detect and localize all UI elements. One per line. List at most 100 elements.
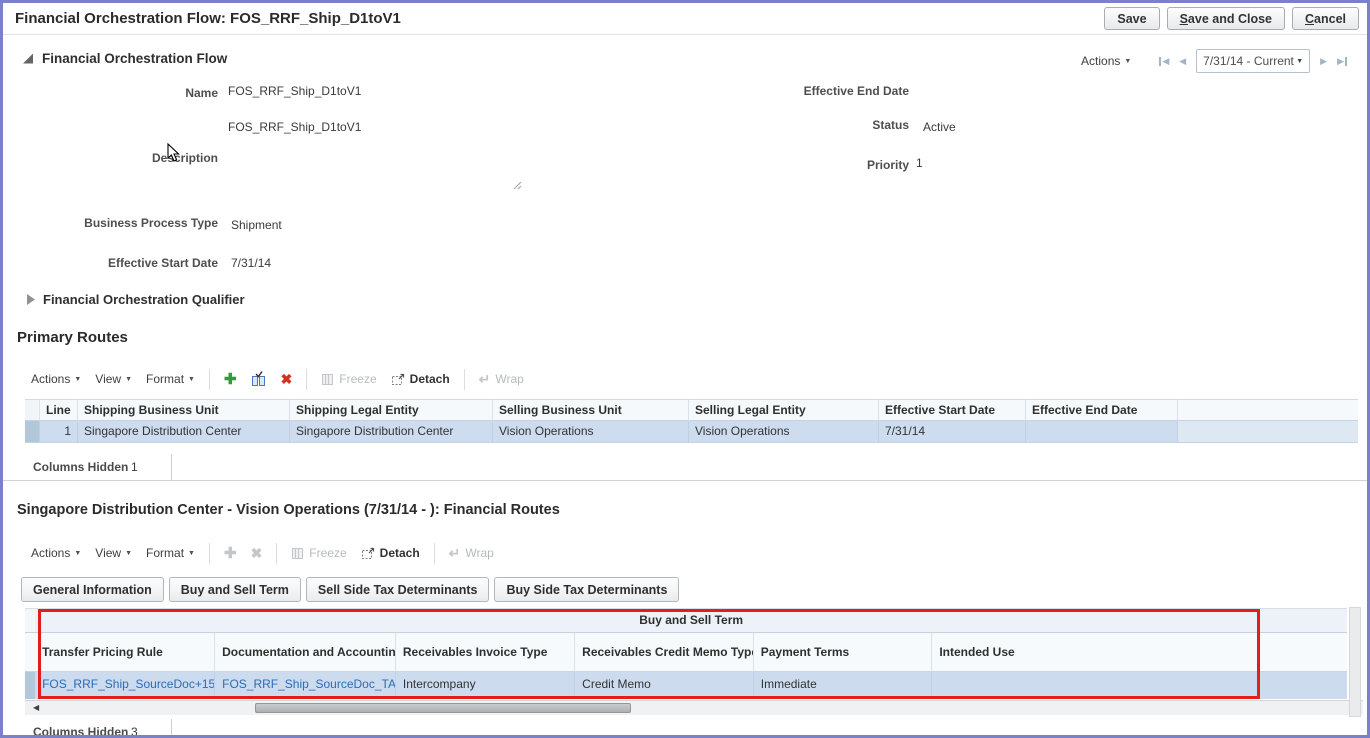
fr-wrap-button[interactable]: ↵ Wrap — [449, 545, 494, 562]
column-header-transfer-pricing-rule[interactable]: Transfer Pricing Rule — [35, 633, 215, 672]
column-header-receivables-credit-memo-type[interactable]: Receivables Credit Memo Type — [575, 633, 754, 672]
vertical-scroll-track[interactable] — [1349, 607, 1361, 717]
qualifier-section-title: Financial Orchestration Qualifier — [43, 292, 245, 307]
toolbar-separator — [209, 369, 210, 390]
toolbar-separator — [276, 543, 277, 564]
business-process-type-value: Shipment — [231, 218, 282, 232]
tab-buy-side-tax-determinants[interactable]: Buy Side Tax Determinants — [494, 577, 679, 602]
cell-intended-use[interactable] — [932, 672, 1347, 699]
cell-line[interactable]: 1 — [40, 421, 78, 443]
financial-routes-tabs: General Information Buy and Sell Term Se… — [21, 577, 679, 602]
name-value-secondary: FOS_RRF_Ship_D1toV1 — [228, 120, 361, 134]
detach-icon — [391, 373, 405, 386]
column-header-selling-legal-entity[interactable]: Selling Legal Entity — [689, 399, 879, 421]
fr-actions-menu[interactable]: Actions▼ — [31, 546, 81, 560]
scrollbar-thumb[interactable] — [255, 703, 631, 713]
cell-shipping-legal-entity[interactable]: Singapore Distribution Center — [290, 421, 493, 443]
collapse-expanded-icon[interactable] — [23, 54, 33, 64]
cell-effective-start-date[interactable]: 7/31/14 — [879, 421, 1026, 443]
table-row[interactable]: 1 Singapore Distribution Center Singapor… — [25, 421, 1358, 443]
expand-collapsed-icon[interactable] — [27, 294, 35, 305]
pr-view-menu[interactable]: View▼ — [95, 372, 132, 386]
business-process-type-label: Business Process Type — [18, 216, 218, 230]
pr-detach-label: Detach — [410, 372, 450, 386]
fr-freeze-button[interactable]: Freeze — [291, 546, 346, 560]
textarea-resize-handle[interactable] — [511, 179, 523, 191]
chevron-down-icon: ▼ — [188, 376, 195, 383]
last-record-button[interactable]: ▶ — [1337, 56, 1347, 67]
cell-effective-end-date[interactable] — [1026, 421, 1178, 443]
column-header-documentation-accounting-rule[interactable]: Documentation and Accounting Rule — [215, 633, 396, 672]
pr-wrap-button[interactable]: ↵ Wrap — [479, 371, 524, 388]
cell-documentation-accounting-rule-link[interactable]: FOS_RRF_Ship_SourceDoc_TARule — [215, 672, 396, 699]
fr-detach-button[interactable]: Detach — [361, 546, 420, 560]
tab-general-information[interactable]: General Information — [21, 577, 164, 602]
cell-selling-business-unit[interactable]: Vision Operations — [493, 421, 689, 443]
cancel-button[interactable]: Cancel — [1292, 7, 1359, 30]
pr-format-label: Format — [146, 372, 184, 386]
pr-detach-button[interactable]: Detach — [391, 372, 450, 386]
column-header-selling-business-unit[interactable]: Selling Business Unit — [493, 399, 689, 421]
row-selector-cell[interactable] — [25, 421, 40, 443]
status-value: Active — [923, 120, 956, 134]
group-header-buy-and-sell-term: Buy and Sell Term — [35, 609, 1347, 633]
column-header-shipping-business-unit[interactable]: Shipping Business Unit — [78, 399, 290, 421]
name-value: FOS_RRF_Ship_D1toV1 — [228, 84, 361, 98]
save-button[interactable]: Save — [1104, 7, 1159, 30]
table-row[interactable]: FOS_RRF_Ship_SourceDoc+15% FOS_RRF_Ship_… — [25, 672, 1347, 699]
tab-sell-side-tax-determinants[interactable]: Sell Side Tax Determinants — [306, 577, 490, 602]
add-row-icon-disabled[interactable]: ✚ — [224, 544, 237, 562]
column-header-payment-terms[interactable]: Payment Terms — [754, 633, 933, 672]
cell-receivables-credit-memo-type[interactable]: Credit Memo — [575, 672, 754, 699]
next-arrow-icon: ▶ — [1320, 56, 1327, 67]
column-header-shipping-legal-entity[interactable]: Shipping Legal Entity — [290, 399, 493, 421]
horizontal-scrollbar[interactable]: ◀ ▶ — [25, 700, 1363, 715]
first-record-button[interactable]: ◀ — [1159, 56, 1169, 67]
description-label: Description — [18, 151, 218, 165]
next-record-button[interactable]: ▶ — [1320, 56, 1327, 67]
column-header-line[interactable]: Line — [40, 399, 78, 421]
save-and-close-button[interactable]: Save and Close — [1167, 7, 1285, 30]
pr-actions-menu[interactable]: Actions▼ — [31, 372, 81, 386]
fr-view-menu[interactable]: View▼ — [95, 546, 132, 560]
detach-icon — [361, 547, 375, 560]
column-header-intended-use[interactable]: Intended Use — [932, 633, 1347, 672]
fr-freeze-label: Freeze — [309, 546, 346, 560]
group-selector-cell — [25, 609, 35, 633]
cell-payment-terms[interactable]: Immediate — [754, 672, 933, 699]
fr-group-header-row: Buy and Sell Term — [25, 608, 1347, 633]
column-header-effective-end-date[interactable]: Effective End Date — [1026, 399, 1178, 421]
priority-label: Priority — [709, 158, 909, 172]
effective-date-selector[interactable]: 7/31/14 - Current ▼ — [1196, 49, 1310, 73]
description-field[interactable] — [228, 151, 508, 183]
delete-row-icon-disabled[interactable]: ✖ — [251, 545, 263, 562]
app-window: Financial Orchestration Flow: FOS_RRF_Sh… — [0, 0, 1370, 738]
row-selector-cell[interactable] — [25, 672, 35, 699]
fr-format-label: Format — [146, 546, 184, 560]
pr-actions-label: Actions — [31, 372, 70, 386]
cell-receivables-invoice-type[interactable]: Intercompany — [396, 672, 575, 699]
column-header-receivables-invoice-type[interactable]: Receivables Invoice Type — [396, 633, 575, 672]
pr-columns-hidden-label: Columns Hidden — [33, 460, 128, 474]
delete-row-icon[interactable]: ✖ — [281, 371, 293, 388]
row-selector-header — [25, 399, 40, 421]
cell-transfer-pricing-rule-link[interactable]: FOS_RRF_Ship_SourceDoc+15% — [35, 672, 215, 699]
scroll-left-icon[interactable]: ◀ — [33, 703, 39, 712]
tab-buy-and-sell-term[interactable]: Buy and Sell Term — [169, 577, 301, 602]
last-bar-icon — [1345, 57, 1347, 66]
column-header-effective-start-date[interactable]: Effective Start Date — [879, 399, 1026, 421]
previous-record-button[interactable]: ◀ — [1179, 56, 1186, 67]
fr-columns-hidden-label: Columns Hidden — [33, 725, 128, 738]
chevron-down-icon: ▼ — [125, 376, 132, 383]
pr-header-row: Line Shipping Business Unit Shipping Leg… — [25, 399, 1358, 421]
fr-wrap-label: Wrap — [465, 546, 493, 560]
cell-shipping-business-unit[interactable]: Singapore Distribution Center — [78, 421, 290, 443]
freeze-icon — [291, 547, 304, 560]
pr-freeze-button[interactable]: Freeze — [321, 372, 376, 386]
fr-format-menu[interactable]: Format▼ — [146, 546, 195, 560]
cell-selling-legal-entity[interactable]: Vision Operations — [689, 421, 879, 443]
add-row-icon[interactable]: ✚ — [224, 370, 237, 388]
duplicate-icon[interactable] — [251, 371, 267, 387]
flow-actions-menu[interactable]: Actions ▼ — [1081, 54, 1131, 68]
pr-format-menu[interactable]: Format ▼ — [146, 372, 195, 386]
